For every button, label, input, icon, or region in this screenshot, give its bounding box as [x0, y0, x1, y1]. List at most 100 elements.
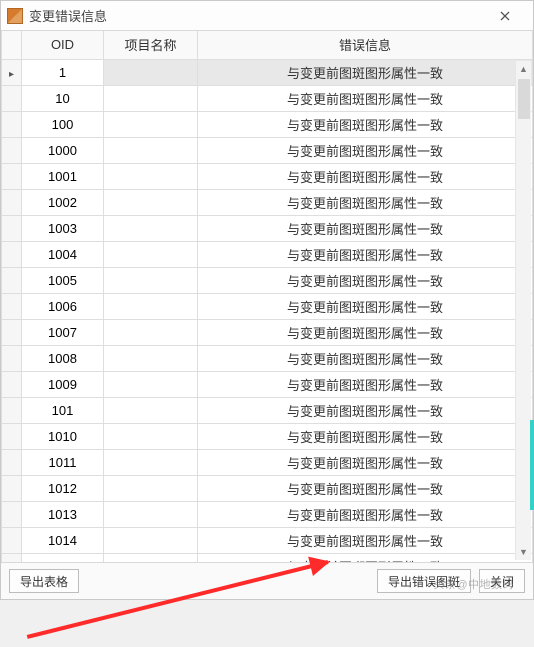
cell-oid[interactable]: 1000: [22, 137, 104, 163]
table-row[interactable]: 1012 与变更前图斑图形属性一致: [2, 475, 533, 501]
row-header[interactable]: [2, 241, 22, 267]
row-header[interactable]: [2, 59, 22, 85]
cell-error-info[interactable]: 与变更前图斑图形属性一致: [198, 163, 533, 189]
row-header[interactable]: [2, 267, 22, 293]
cell-oid[interactable]: 100: [22, 111, 104, 137]
cell-error-info[interactable]: 与变更前图斑图形属性一致: [198, 319, 533, 345]
table-row[interactable]: 1011与变更前图斑图形属性一致: [2, 449, 533, 475]
cell-oid[interactable]: 1006: [22, 293, 104, 319]
table-row[interactable]: 1015 与变更前图斑图形属性一致: [2, 553, 533, 563]
cell-project-name[interactable]: [104, 423, 198, 449]
table-row[interactable]: 1004 与变更前图斑图形属性一致: [2, 241, 533, 267]
cell-project-name[interactable]: [104, 59, 198, 85]
cell-oid[interactable]: 1015: [22, 553, 104, 563]
cell-error-info[interactable]: 与变更前图斑图形属性一致: [198, 397, 533, 423]
cell-project-name[interactable]: [104, 527, 198, 553]
table-row[interactable]: 10与变更前图斑图形属性一致: [2, 85, 533, 111]
row-header[interactable]: [2, 371, 22, 397]
table-row[interactable]: 1002 与变更前图斑图形属性一致: [2, 189, 533, 215]
cell-project-name[interactable]: [104, 293, 198, 319]
cell-error-info[interactable]: 与变更前图斑图形属性一致: [198, 59, 533, 85]
cell-error-info[interactable]: 与变更前图斑图形属性一致: [198, 111, 533, 137]
row-header[interactable]: [2, 319, 22, 345]
cell-project-name[interactable]: [104, 241, 198, 267]
cell-error-info[interactable]: 与变更前图斑图形属性一致: [198, 189, 533, 215]
scroll-thumb[interactable]: [518, 79, 530, 119]
cell-error-info[interactable]: 与变更前图斑图形属性一致: [198, 449, 533, 475]
row-header[interactable]: [2, 449, 22, 475]
cell-error-info[interactable]: 与变更前图斑图形属性一致: [198, 527, 533, 553]
cell-project-name[interactable]: [104, 111, 198, 137]
table-row[interactable]: 1009与变更前图斑图形属性一致: [2, 371, 533, 397]
table-row[interactable]: 1001 与变更前图斑图形属性一致: [2, 163, 533, 189]
cell-project-name[interactable]: [104, 345, 198, 371]
table-row[interactable]: 1008 与变更前图斑图形属性一致: [2, 345, 533, 371]
cell-oid[interactable]: 1010: [22, 423, 104, 449]
cell-error-info[interactable]: 与变更前图斑图形属性一致: [198, 345, 533, 371]
cell-project-name[interactable]: [104, 85, 198, 111]
scroll-down-icon[interactable]: ▼: [516, 544, 532, 560]
cell-project-name[interactable]: [104, 553, 198, 563]
cell-error-info[interactable]: 与变更前图斑图形属性一致: [198, 241, 533, 267]
row-header[interactable]: [2, 397, 22, 423]
cell-oid[interactable]: 101: [22, 397, 104, 423]
col-project-name[interactable]: 项目名称: [104, 31, 198, 59]
cell-oid[interactable]: 1004: [22, 241, 104, 267]
close-icon[interactable]: [483, 4, 527, 28]
col-rowselector[interactable]: [2, 31, 22, 59]
table-row[interactable]: 1007与变更前图斑图形属性一致: [2, 319, 533, 345]
cell-oid[interactable]: 1009: [22, 371, 104, 397]
cell-project-name[interactable]: [104, 267, 198, 293]
close-button[interactable]: 关闭: [479, 569, 525, 593]
table-row[interactable]: 1006 与变更前图斑图形属性一致: [2, 293, 533, 319]
cell-error-info[interactable]: 与变更前图斑图形属性一致: [198, 137, 533, 163]
cell-error-info[interactable]: 与变更前图斑图形属性一致: [198, 423, 533, 449]
cell-project-name[interactable]: [104, 449, 198, 475]
row-header[interactable]: [2, 189, 22, 215]
col-error-info[interactable]: 错误信息: [198, 31, 533, 59]
cell-project-name[interactable]: [104, 501, 198, 527]
row-header[interactable]: [2, 137, 22, 163]
cell-error-info[interactable]: 与变更前图斑图形属性一致: [198, 85, 533, 111]
cell-error-info[interactable]: 与变更前图斑图形属性一致: [198, 501, 533, 527]
cell-error-info[interactable]: 与变更前图斑图形属性一致: [198, 475, 533, 501]
vertical-scrollbar[interactable]: ▲ ▼: [515, 61, 531, 560]
cell-project-name[interactable]: [104, 319, 198, 345]
row-header[interactable]: [2, 423, 22, 449]
cell-oid[interactable]: 1005: [22, 267, 104, 293]
cell-oid[interactable]: 1001: [22, 163, 104, 189]
cell-oid[interactable]: 1014: [22, 527, 104, 553]
table-row[interactable]: 1 与变更前图斑图形属性一致: [2, 59, 533, 85]
row-header[interactable]: [2, 475, 22, 501]
cell-oid[interactable]: 1012: [22, 475, 104, 501]
cell-oid[interactable]: 1013: [22, 501, 104, 527]
cell-error-info[interactable]: 与变更前图斑图形属性一致: [198, 293, 533, 319]
row-header[interactable]: [2, 163, 22, 189]
table-row[interactable]: 1014 与变更前图斑图形属性一致: [2, 527, 533, 553]
row-header[interactable]: [2, 111, 22, 137]
cell-oid[interactable]: 1: [22, 59, 104, 85]
table-row[interactable]: 1000 与变更前图斑图形属性一致: [2, 137, 533, 163]
cell-error-info[interactable]: 与变更前图斑图形属性一致: [198, 553, 533, 563]
row-header[interactable]: [2, 527, 22, 553]
cell-oid[interactable]: 1002: [22, 189, 104, 215]
row-header[interactable]: [2, 345, 22, 371]
scroll-up-icon[interactable]: ▲: [516, 61, 532, 77]
row-header[interactable]: [2, 553, 22, 563]
export-error-spots-button[interactable]: 导出错误图斑: [377, 569, 471, 593]
table-row[interactable]: 101 与变更前图斑图形属性一致: [2, 397, 533, 423]
table-row[interactable]: 1010 与变更前图斑图形属性一致: [2, 423, 533, 449]
cell-oid[interactable]: 1003: [22, 215, 104, 241]
row-header[interactable]: [2, 501, 22, 527]
table-row[interactable]: 1013 与变更前图斑图形属性一致: [2, 501, 533, 527]
error-grid[interactable]: OID 项目名称 错误信息 1与变更前图斑图形属性一致10与变更前图斑图形属性一…: [1, 31, 533, 563]
cell-project-name[interactable]: [104, 371, 198, 397]
cell-project-name[interactable]: [104, 137, 198, 163]
cell-error-info[interactable]: 与变更前图斑图形属性一致: [198, 267, 533, 293]
cell-project-name[interactable]: [104, 215, 198, 241]
cell-project-name[interactable]: [104, 163, 198, 189]
cell-oid[interactable]: 1008: [22, 345, 104, 371]
cell-error-info[interactable]: 与变更前图斑图形属性一致: [198, 215, 533, 241]
export-table-button[interactable]: 导出表格: [9, 569, 79, 593]
table-row[interactable]: 1005 与变更前图斑图形属性一致: [2, 267, 533, 293]
